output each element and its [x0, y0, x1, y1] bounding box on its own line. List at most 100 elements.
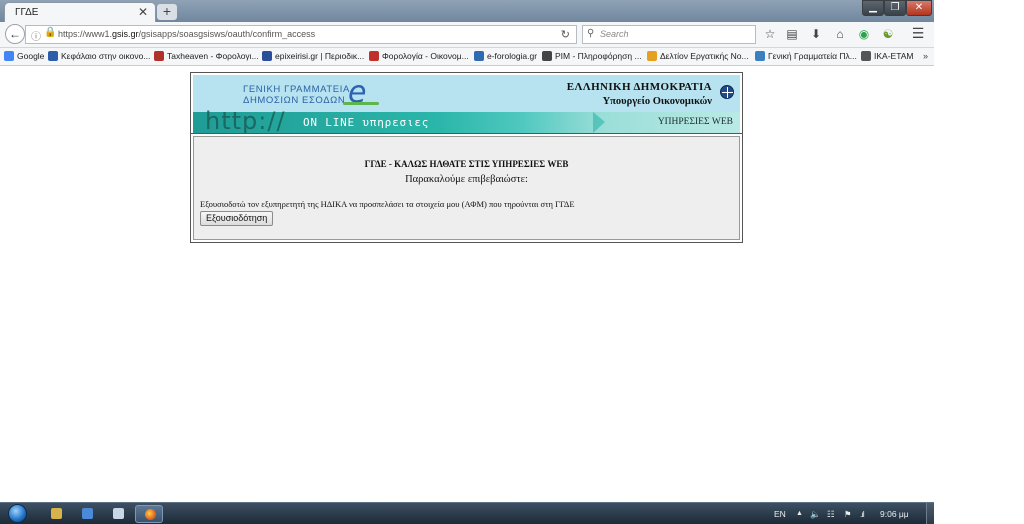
bookmark-label: Google: [17, 51, 45, 61]
language-indicator[interactable]: EN: [774, 509, 786, 519]
tray-expand-icon[interactable]: ▲: [796, 510, 803, 517]
back-arrow-icon[interactable]: ←: [5, 24, 25, 44]
bookmark-favicon-icon: [542, 51, 552, 61]
logo-swoosh: [343, 102, 379, 105]
bookmark-item[interactable]: Γενική Γραμματεία Πλ...: [755, 51, 857, 61]
maximize-button[interactable]: ❐: [884, 0, 906, 16]
bookmark-favicon-icon: [474, 51, 484, 61]
browser-window: ΓΓΔΕ ✕ + ▁ ❐ ✕ ← ⓘ 🔒 https://www1.gsis.g…: [0, 0, 934, 524]
search-icon: ⚲: [587, 28, 595, 39]
windows-start-icon: [8, 504, 27, 523]
reload-icon[interactable]: ↻: [561, 28, 570, 41]
signal-icon[interactable]: .ıl: [860, 509, 865, 519]
volume-icon[interactable]: 🔈: [810, 509, 821, 520]
bookmark-label: Κεφάλαιο στην οικονο...: [61, 51, 151, 61]
bookmark-favicon-icon: [154, 51, 164, 61]
bookmark-item[interactable]: Google: [4, 51, 44, 61]
stripe-arrow: [593, 112, 605, 133]
web-page: ΓΕΝΙΚΗ ΓΡΑΜΜΑΤΕΙΑ ΔΗΜΟΣΙΩΝ ΕΣΟΔΩΝ e ΕΛΛΗ…: [0, 66, 934, 502]
start-button[interactable]: [5, 503, 31, 524]
bookmark-item[interactable]: Taxheaven - Φορολογι...: [154, 51, 259, 61]
sync-icon[interactable]: ◉: [856, 27, 872, 41]
search-placeholder: Search: [600, 29, 629, 39]
greek-emblem-icon: [720, 85, 734, 99]
home-icon[interactable]: ⌂: [832, 27, 848, 41]
minimize-button[interactable]: ▁: [862, 0, 884, 16]
hamburger-menu-icon[interactable]: ☰: [910, 25, 926, 42]
ministry-title: Υπουργείο Οικονομικών: [602, 96, 712, 107]
folder-icon: [51, 508, 62, 519]
bookmark-label: Γενική Γραμματεία Πλ...: [768, 51, 857, 61]
url-bar[interactable]: ⓘ 🔒 https://www1.gsis.gr/gsisapps/soasgs…: [25, 25, 577, 44]
bookmark-favicon-icon: [262, 51, 272, 61]
republic-heading: ΕΛΛΗΝΙΚΗ ΔΗΜΟΚΡΑΤΙΑ Υπουργείο Οικονομικώ…: [567, 81, 712, 107]
bookmark-label: Taxheaven - Φορολογι...: [167, 51, 259, 61]
bookmark-label: Φορολογία - Οικονομ...: [382, 51, 469, 61]
bookmark-item[interactable]: e-forologia.gr: [474, 51, 537, 61]
star-icon[interactable]: ☆: [762, 27, 778, 41]
tab-close-icon[interactable]: ✕: [138, 5, 148, 19]
bookmark-favicon-icon: [755, 51, 765, 61]
windows-taskbar: EN ▲ 🔈 ☷ ⚑ .ıl 9:06 μμ: [0, 502, 934, 524]
navigation-bar: ← ⓘ 🔒 https://www1.gsis.gr/gsisapps/soas…: [0, 22, 934, 48]
show-desktop-button[interactable]: [926, 503, 934, 524]
republic-title: ΕΛΛΗΝΙΚΗ ΔΗΜΟΚΡΑΤΙΑ: [566, 81, 712, 93]
confirm-access-frame: ΓΓΔΕ - ΚΑΛΩΣ ΗΛΘΑΤΕ ΣΤΙΣ ΥΠΗΡΕΣΙΕΣ WEB Π…: [190, 133, 743, 243]
logo-line-2: ΔΗΜΟΣΙΩΝ ΕΣΟΔΩΝ: [243, 95, 346, 106]
addon-icon[interactable]: ☯: [880, 27, 896, 41]
authorize-button[interactable]: Εξουσιοδότηση: [200, 211, 274, 226]
logo-line-1: ΓΕΝΙΚΗ ΓΡΑΜΜΑΤΕΙΑ: [243, 84, 350, 95]
welcome-heading: ΓΓΔΕ - ΚΑΛΩΣ ΗΛΘΑΤΕ ΣΤΙΣ ΥΠΗΡΕΣΙΕΣ WEB: [364, 159, 569, 169]
info-icon[interactable]: ⓘ: [31, 28, 41, 43]
header-banner: ΓΕΝΙΚΗ ΓΡΑΜΜΑΤΕΙΑ ΔΗΜΟΣΙΩΝ ΕΣΟΔΩΝ e ΕΛΛΗ…: [193, 75, 740, 135]
close-window-button[interactable]: ✕: [906, 0, 932, 16]
bookmarks-bar: Google Κεφάλαιο στην οικονο... Taxheaven -…: [0, 48, 934, 66]
document-icon: [113, 508, 124, 519]
http-text: http://: [205, 107, 286, 135]
title-bar: ΓΓΔΕ ✕ + ▁ ❐ ✕: [0, 0, 934, 22]
url-path: /gsisapps/soasgsisws/oauth/confirm_acces…: [138, 29, 316, 39]
search-input[interactable]: ⚲ Search: [582, 25, 756, 44]
online-services-text: ON LINE υπηρεσιες: [303, 116, 430, 129]
taskbar-firefox[interactable]: [135, 505, 163, 523]
firefox-icon: [145, 509, 156, 520]
confirm-access-panel: ΓΓΔΕ - ΚΑΛΩΣ ΗΛΘΑΤΕ ΣΤΙΣ ΥΠΗΡΕΣΙΕΣ WEB Π…: [193, 136, 740, 240]
bookmark-favicon-icon: [48, 51, 58, 61]
bookmark-item[interactable]: PIM - Πληροφόρηση ...: [542, 51, 642, 61]
bookmark-item[interactable]: IKA-ETAM: [861, 51, 914, 61]
network-adapter-icon[interactable]: ☷: [827, 509, 835, 520]
confirm-prompt: Παρακαλούμε επιβεβαιώστε:: [405, 174, 528, 185]
system-tray: EN ▲ 🔈 ☷ ⚑ .ıl 9:06 μμ: [764, 503, 934, 524]
new-tab-button[interactable]: +: [157, 4, 177, 20]
browser-tab[interactable]: ΓΓΔΕ ✕: [4, 2, 156, 22]
bookmark-label: Δελτίον Εργατικής Νο...: [660, 51, 749, 61]
lock-icon[interactable]: 🔒: [44, 27, 56, 38]
action-center-flag-icon[interactable]: ⚑: [844, 509, 852, 520]
taskbar-explorer[interactable]: [42, 505, 70, 523]
bookmark-item[interactable]: Κεφάλαιο στην οικονο...: [48, 51, 150, 61]
outside-area: [934, 0, 1024, 524]
authorization-text: Εξουσιοδοτώ τον εξυπηρετητή της ΗΔΙΚΑ να…: [200, 199, 575, 209]
bookmark-label: epixeirisi.gr | Περιοδικ...: [275, 51, 365, 61]
bookmark-item[interactable]: epixeirisi.gr | Περιοδικ...: [262, 51, 364, 61]
clipboard-icon[interactable]: ▤: [784, 27, 800, 41]
bookmark-favicon-icon: [4, 51, 14, 61]
bookmark-label: IKA-ETAM: [874, 51, 914, 61]
services-web-label: ΥΠΗΡΕΣΙΕΣ WEB: [657, 117, 733, 127]
bookmark-item[interactable]: Φορολογία - Οικονομ...: [369, 51, 469, 61]
bookmark-favicon-icon: [647, 51, 657, 61]
bookmark-favicon-icon: [861, 51, 871, 61]
tab-title: ΓΓΔΕ: [15, 7, 39, 18]
url-text[interactable]: https://www1.gsis.gr/gsisapps/soasgsisws…: [58, 29, 315, 39]
bookmarks-overflow-button[interactable]: »: [923, 51, 928, 61]
gsis-logo-text: ΓΕΝΙΚΗ ΓΡΑΜΜΑΤΕΙΑ ΔΗΜΟΣΙΩΝ ΕΣΟΔΩΝ: [243, 84, 350, 106]
bookmark-label: PIM - Πληροφόρηση ...: [555, 51, 642, 61]
bookmark-item[interactable]: Δελτίον Εργατικής Νο...: [647, 51, 749, 61]
bookmark-favicon-icon: [369, 51, 379, 61]
clock[interactable]: 9:06 μμ: [880, 509, 909, 519]
taskbar-media[interactable]: [73, 505, 101, 523]
header-banner-frame: ΓΕΝΙΚΗ ΓΡΑΜΜΑΤΕΙΑ ΔΗΜΟΣΙΩΝ ΕΣΟΔΩΝ e ΕΛΛΗ…: [190, 72, 743, 138]
download-icon[interactable]: ⬇: [808, 27, 824, 41]
bookmark-label: e-forologia.gr: [487, 51, 538, 61]
taskbar-document[interactable]: [104, 505, 132, 523]
